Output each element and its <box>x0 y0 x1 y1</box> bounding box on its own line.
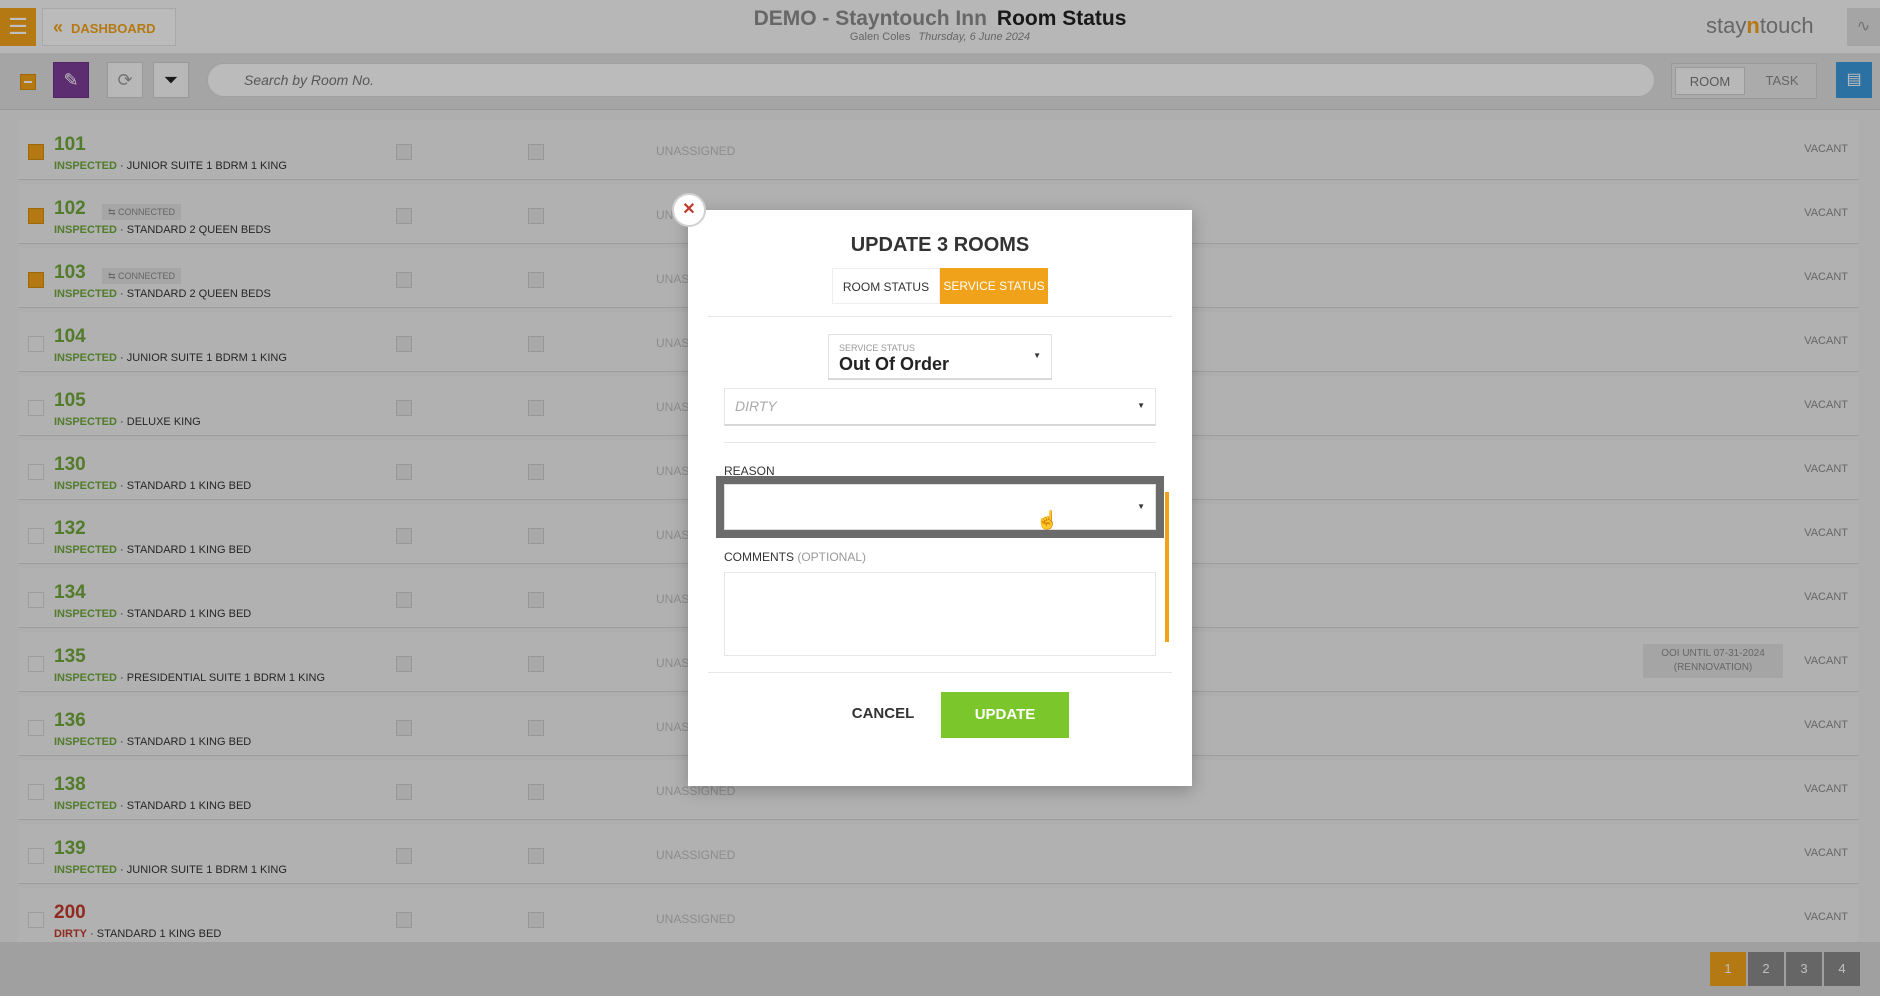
caret-down-icon: ▼ <box>1033 351 1041 360</box>
room-status-select[interactable]: DIRTY ▼ <box>724 388 1156 426</box>
modal-scrollbar[interactable] <box>1165 492 1169 642</box>
service-status-label: SERVICE STATUS <box>839 343 916 353</box>
update-rooms-modal: UPDATE 3 ROOMS ROOM STATUS SERVICE STATU… <box>688 210 1192 786</box>
pointer-cursor-icon: ☝ <box>1036 510 1059 530</box>
reason-focus-ring: ▼ <box>716 476 1164 538</box>
cancel-button[interactable]: CANCEL <box>828 692 938 736</box>
modal-title: UPDATE 3 ROOMS <box>850 234 1030 256</box>
caret-down-icon: ▼ <box>1137 502 1145 511</box>
update-button[interactable]: UPDATE <box>941 692 1069 738</box>
close-icon: ✕ <box>682 201 696 218</box>
divider <box>708 672 1172 673</box>
comments-textarea[interactable] <box>724 572 1156 656</box>
room-status-placeholder: DIRTY <box>735 398 777 414</box>
comments-label: COMMENTS (OPTIONAL) <box>724 550 867 564</box>
divider <box>708 316 1172 317</box>
caret-down-icon: ▼ <box>1137 401 1145 410</box>
service-status-value: Out Of Order <box>839 354 950 374</box>
service-status-select[interactable]: SERVICE STATUS Out Of Order ▼ <box>828 334 1052 380</box>
reason-select[interactable]: ▼ <box>724 484 1156 530</box>
divider <box>724 442 1156 443</box>
tab-service-status[interactable]: SERVICE STATUS <box>940 268 1048 304</box>
close-modal-button[interactable]: ✕ <box>672 193 706 227</box>
tab-room-status[interactable]: ROOM STATUS <box>832 268 940 304</box>
comments-optional-label: (OPTIONAL) <box>797 550 867 564</box>
